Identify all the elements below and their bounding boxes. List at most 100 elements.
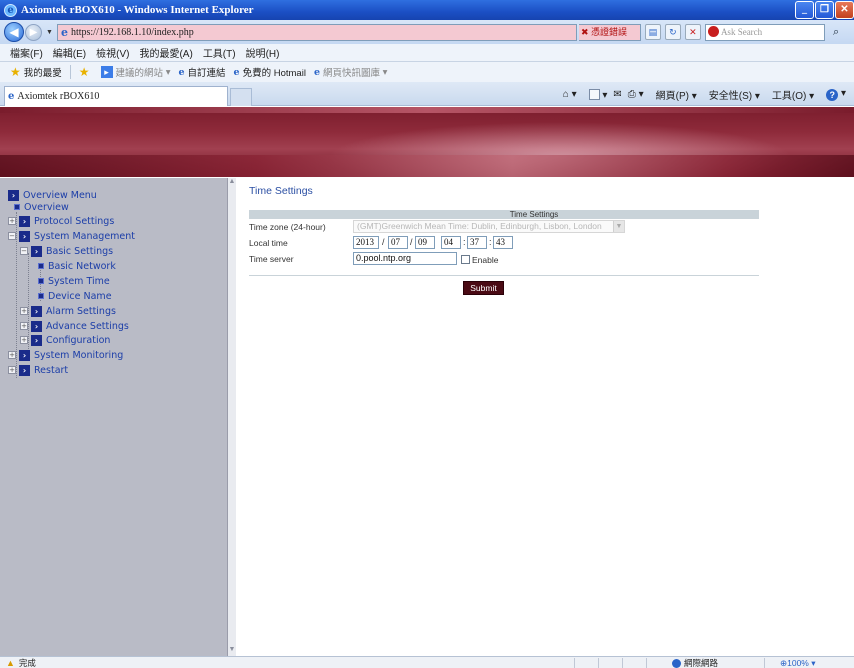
sidebar-item-label: Restart [34,364,69,376]
tab-bar: e Axiomtek rBOX610 ⌂ ▾ ▾ ✉ ⎙ ▾ 網頁(P) ▾ 安… [0,82,854,106]
expand-icon[interactable]: + [20,336,28,344]
maximize-button[interactable]: ❐ [815,1,834,19]
mail-icon[interactable]: ✉ [613,89,621,100]
menu-favorites[interactable]: 我的最愛(A) [139,45,192,60]
suggested-label: 建議的網站 [115,68,164,79]
zoom-level: 100% [787,658,809,668]
safety-menu[interactable]: 安全性(S) ▾ [703,87,760,102]
help-icon: ? [826,89,839,101]
timezone-label: Time zone (24-hour) [249,222,326,232]
security-zone[interactable]: 網際網路 [672,657,718,668]
fav-link-label: 自訂連結 [187,68,226,79]
hour-input[interactable]: 04 [441,236,461,249]
expand-icon[interactable]: + [8,217,16,225]
back-button[interactable]: ◀ [4,22,24,42]
submit-button[interactable]: Submit [463,281,504,295]
help-menu[interactable]: ? ▾ [820,88,846,101]
window-titlebar: e Axiomtek rBOX610 - Windows Internet Ex… [0,0,854,20]
menu-help[interactable]: 說明(H) [246,45,280,60]
timezone-row: Time zone (24-hour) (GMT)Greenwich Mean … [249,219,759,235]
sidebar-item-label: Configuration [46,334,111,346]
month-input[interactable]: 07 [388,236,408,249]
zoom-control[interactable]: ⊕ 100% ▾ [780,657,816,668]
forward-button[interactable]: ▶ [25,23,42,41]
add-favorite-button[interactable]: ★ [79,65,93,79]
sidebar-item-system-management[interactable]: − › System Management [8,229,135,243]
feeds-icon[interactable]: ▾ [583,88,607,101]
safety-menu-label: 安全性(S) [708,91,753,102]
page-menu[interactable]: 網頁(P) ▾ [650,87,697,102]
suggested-sites-link[interactable]: ▸ 建議的網站 ▾ [100,65,170,79]
tab-axiomtek[interactable]: e Axiomtek rBOX610 [4,86,228,106]
fav-link-hotmail[interactable]: e 免費的 Hotmail [234,65,306,80]
year-input[interactable]: 2013 [353,236,379,249]
sidebar-item-label: Device Name [48,290,112,302]
minimize-button[interactable]: _ [795,1,814,19]
refresh-icon[interactable]: ↻ [664,24,681,40]
status-divider [764,658,765,668]
compat-view-icon[interactable]: ▤ [644,24,661,40]
tools-menu[interactable]: 工具(O) ▾ [766,87,814,102]
scroll-up-icon[interactable]: ▲ [228,178,236,188]
sidebar-item-system-time[interactable]: System Time [38,274,110,288]
sidebar-item-restart[interactable]: + › Restart [8,363,68,377]
sidebar-item-label: Protocol Settings [34,215,115,227]
url-input[interactable]: e https://192.168.1.10/index.php [56,23,577,41]
enable-checkbox[interactable] [461,255,470,264]
favorites-bar: ★ 我的最愛 ★ ▸ 建議的網站 ▾ e 自訂連結 e 免費的 Hotmail e 網頁快… [0,62,854,82]
favorites-button[interactable]: ★ 我的最愛 [10,65,62,79]
sidebar-scrollbar[interactable]: ▲ ▼ [228,178,236,656]
sidebar-item-basic-network[interactable]: Basic Network [38,259,116,273]
url-text: https://192.168.1.10/index.php [70,26,194,38]
tools-menu-label: 工具(O) [771,91,807,102]
timeserver-input[interactable]: 0.pool.ntp.org [353,252,457,265]
expand-icon[interactable]: + [8,351,16,359]
arrow-icon: › [19,230,30,242]
sidebar-item-device-name[interactable]: Device Name [38,289,112,303]
menu-view[interactable]: 檢視(V) [96,45,129,60]
menu-edit[interactable]: 編輯(E) [53,45,86,60]
cert-error-label: 憑證錯誤 [590,26,627,37]
sidebar-item-basic-settings[interactable]: − › Basic Settings [20,244,113,258]
sidebar-item-system-monitoring[interactable]: + › System Monitoring [8,348,123,362]
expand-icon[interactable]: + [20,322,28,330]
search-input[interactable]: Ask Search [704,23,825,41]
sidebar-item-advance-settings[interactable]: + › Advance Settings [20,319,129,333]
menu-bar: 檔案(F) 編輯(E) 檢視(V) 我的最愛(A) 工具(T) 說明(H) [0,44,854,62]
search-icon[interactable]: ⌕ [833,26,839,39]
warning-icon: ▲ [6,658,15,668]
arrow-icon: › [8,189,19,201]
ie-icon: e [4,3,17,17]
time-separator: : [489,237,492,247]
expand-icon[interactable]: + [8,366,16,374]
sidebar-item-label: Advance Settings [46,320,129,332]
sidebar-item-overview[interactable]: Overview [14,200,69,214]
certificate-error-button[interactable]: ✖ 憑證錯誤 [578,23,641,41]
timezone-select[interactable]: (GMT)Greenwich Mean Time: Dublin, Edinbu… [353,220,625,233]
stop-icon[interactable]: ✕ [684,24,701,40]
sidebar-item-label: Basic Network [48,260,116,272]
day-input[interactable]: 09 [415,236,435,249]
sidebar-item-protocol-settings[interactable]: + › Protocol Settings [8,214,114,228]
close-button[interactable]: ✕ [835,1,854,19]
new-tab-button[interactable] [230,88,252,106]
timezone-value: (GMT)Greenwich Mean Time: Dublin, Edinbu… [357,221,602,231]
sidebar-item-configuration[interactable]: + › Configuration [20,333,110,347]
expand-icon[interactable]: + [20,307,28,315]
sidebar-item-alarm-settings[interactable]: + › Alarm Settings [20,304,116,318]
collapse-icon[interactable]: − [20,247,28,255]
second-input[interactable]: 43 [493,236,513,249]
home-icon[interactable]: ⌂ ▾ [563,89,577,100]
main-content: Time Settings Time Settings Time zone (2… [237,178,854,656]
minute-input[interactable]: 37 [467,236,487,249]
timeserver-row: Time server 0.pool.ntp.org Enable [249,251,759,267]
bullet-icon [38,263,44,269]
menu-tools[interactable]: 工具(T) [203,45,236,60]
fav-link-webslices[interactable]: e 網頁快訊圖庫 ▾ [314,65,387,80]
scroll-down-icon[interactable]: ▼ [228,646,236,656]
print-icon[interactable]: ⎙ ▾ [628,89,644,100]
fav-link-custom[interactable]: e 自訂連結 [178,65,226,80]
history-dropdown-icon[interactable]: ▼ [46,29,53,36]
collapse-icon[interactable]: − [8,232,16,240]
menu-file[interactable]: 檔案(F) [10,45,43,60]
